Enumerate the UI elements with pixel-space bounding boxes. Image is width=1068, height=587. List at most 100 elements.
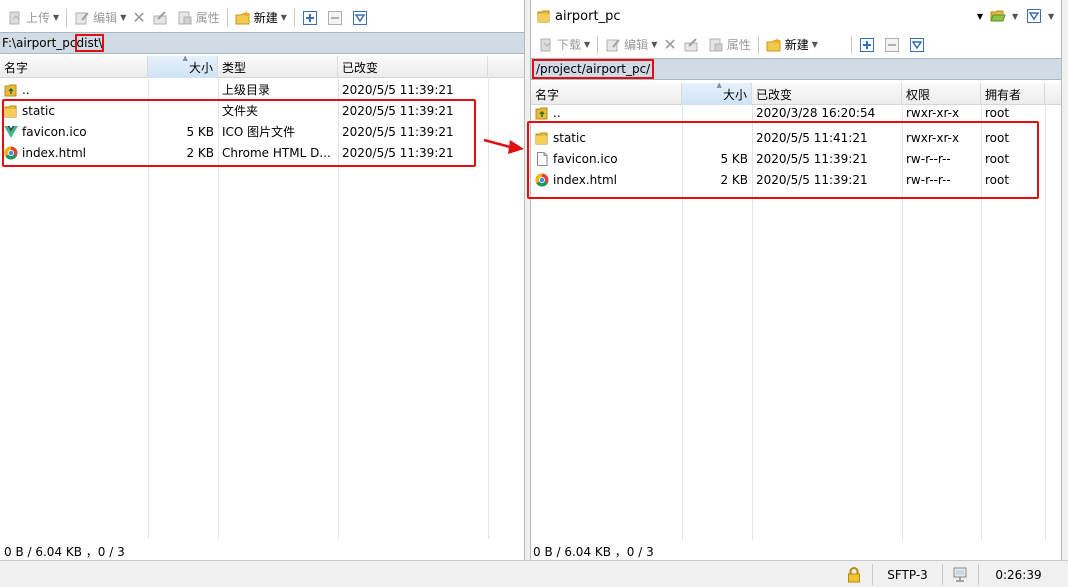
remote-column-header: 名字 ▲ 大小 已改变 权限 拥有者 <box>531 81 1061 105</box>
column-type[interactable]: 类型 <box>218 56 338 78</box>
new-folder-icon <box>766 37 781 51</box>
table-row[interactable]: .. 2020/3/28 16:20:54 rwxr-xr-x root <box>531 106 1061 120</box>
delete-button[interactable]: ✕ <box>129 7 148 29</box>
minus-icon <box>884 37 899 52</box>
chevron-down-icon[interactable]: ▼ <box>53 13 59 22</box>
file-name: favicon.ico <box>553 151 618 166</box>
collapse-button[interactable] <box>881 34 906 56</box>
file-icon <box>537 151 548 166</box>
file-type: Chrome HTML D... <box>222 145 331 160</box>
upload-button[interactable]: 上传 ▼ <box>4 7 62 29</box>
table-row[interactable]: favicon.ico 5 KB ICO 图片文件 2020/5/5 11:39… <box>0 121 524 142</box>
chevron-down-icon[interactable]: ▼ <box>1012 12 1018 21</box>
table-row[interactable]: favicon.ico 5 KB 2020/5/5 11:39:21 rw-r-… <box>531 148 1061 169</box>
folder-icon <box>535 132 548 144</box>
minus-icon <box>327 10 342 25</box>
remote-location-combo[interactable]: airport_pc ▼ <box>537 5 985 27</box>
download-icon <box>540 38 551 51</box>
file-name: index.html <box>553 172 617 187</box>
new-label: 新建 <box>253 11 278 25</box>
panel-splitter[interactable] <box>524 0 531 560</box>
column-rights[interactable]: 权限 <box>902 83 981 105</box>
download-button[interactable]: 下载 ▼ <box>535 34 593 56</box>
column-size[interactable]: ▲ 大小 <box>148 54 218 78</box>
file-size <box>682 106 752 120</box>
sort-caret-icon: ▲ <box>182 54 188 62</box>
new-button[interactable]: 新建 ▼ <box>232 7 290 29</box>
remote-toolbar: 下载 ▼ 编辑 ▼ ✕ 属性 新建 ▼ <box>531 29 931 60</box>
new-button[interactable]: 新建 ▼ <box>763 34 821 56</box>
new-label: 新建 <box>784 38 809 52</box>
folder-icon <box>537 10 550 23</box>
column-name[interactable]: 名字 <box>0 56 148 78</box>
chevron-down-icon[interactable]: ▼ <box>651 40 657 49</box>
properties-label: 属性 <box>726 38 751 52</box>
table-row[interactable]: static 2020/5/5 11:41:21 rwxr-xr-x root <box>531 127 1061 148</box>
remote-panel: airport_pc ▼ ▼ ▼ 下载 ▼ 编辑 ▼ ✕ 属性 新建 ▼ /pr… <box>531 0 1061 560</box>
rename-button[interactable] <box>680 34 705 56</box>
toolbar-divider <box>66 8 68 27</box>
expand-button[interactable] <box>299 7 324 29</box>
column-name[interactable]: 名字 <box>531 83 682 105</box>
file-changed: 2020/5/5 11:39:21 <box>342 82 454 97</box>
delete-icon: ✕ <box>132 7 146 27</box>
edit-label: 编辑 <box>93 11 118 25</box>
column-size[interactable]: ▲ 大小 <box>682 81 752 105</box>
filter-button[interactable] <box>906 34 931 56</box>
collapse-button[interactable] <box>324 7 349 29</box>
column-changed[interactable]: 已改变 <box>752 83 902 105</box>
toolbar-divider <box>597 35 599 54</box>
toolbar-divider <box>757 35 759 54</box>
column-owner[interactable]: 拥有者 <box>981 83 1045 105</box>
filter-button[interactable] <box>349 7 374 29</box>
file-type: 文件夹 <box>222 104 259 118</box>
lock-icon <box>838 564 870 585</box>
toolbar-divider <box>226 8 228 27</box>
column-changed[interactable]: 已改变 <box>338 56 488 78</box>
file-name: favicon.ico <box>22 124 87 139</box>
table-row[interactable]: static 文件夹 2020/5/5 11:39:21 <box>0 100 524 121</box>
open-folder-button[interactable]: ▼ <box>987 5 1021 27</box>
local-path-highlight: dist\ <box>74 34 105 52</box>
file-size <box>148 100 218 121</box>
remote-path-bar[interactable]: /project/airport_pc/ <box>531 58 1061 80</box>
chevron-down-icon[interactable]: ▼ <box>812 40 818 49</box>
file-name: .. <box>553 106 561 120</box>
file-rights: rwxr-xr-x <box>906 130 960 145</box>
file-size <box>682 127 752 148</box>
protocol-indicator: SFTP-3 <box>872 564 942 585</box>
chevron-down-icon[interactable]: ▼ <box>281 13 287 22</box>
local-path-bar[interactable]: F:\airport_pc dist\ <box>0 32 524 54</box>
file-name: index.html <box>22 145 86 160</box>
table-row[interactable]: index.html 2 KB 2020/5/5 11:39:21 rw-r--… <box>531 169 1061 190</box>
chevron-down-icon[interactable]: ▼ <box>120 13 126 22</box>
file-size: 5 KB <box>186 124 214 139</box>
edit-button[interactable]: 编辑 ▼ <box>602 34 660 56</box>
table-row[interactable]: index.html 2 KB Chrome HTML D... 2020/5/… <box>0 142 524 163</box>
edit-button[interactable]: 编辑 ▼ <box>71 7 129 29</box>
properties-button[interactable]: 属性 <box>174 7 223 29</box>
transfer-arrow-icon <box>483 138 524 154</box>
new-folder-icon <box>235 10 250 24</box>
file-changed: 2020/5/5 11:39:21 <box>342 145 454 160</box>
rename-button[interactable] <box>149 7 174 29</box>
expand-button[interactable] <box>856 34 881 56</box>
chevron-down-icon[interactable]: ▼ <box>977 12 983 21</box>
remote-status: 0 B / 6.04 KB ，0 / 3 <box>533 544 654 559</box>
upload-label: 上传 <box>26 11 51 25</box>
file-rights: rw-r--r-- <box>906 172 951 187</box>
toolbar-divider <box>850 35 852 54</box>
chevron-down-icon[interactable]: ▼ <box>584 40 590 49</box>
file-owner: root <box>985 106 1010 120</box>
table-row[interactable]: .. 上级目录 2020/5/5 11:39:21 <box>0 79 524 100</box>
delete-button[interactable]: ✕ <box>660 34 679 56</box>
file-type: 上级目录 <box>222 83 271 97</box>
up-folder-icon <box>535 107 548 120</box>
file-changed: 2020/5/5 11:41:21 <box>756 130 868 145</box>
properties-button[interactable]: 属性 <box>705 34 754 56</box>
remote-filter-button[interactable]: ▼ <box>1023 5 1057 27</box>
file-size: 2 KB <box>186 145 214 160</box>
file-size <box>148 79 218 100</box>
chevron-down-icon[interactable]: ▼ <box>1048 12 1054 21</box>
local-toolbar: 上传 ▼ 编辑 ▼ ✕ 属性 新建 ▼ <box>0 2 374 33</box>
